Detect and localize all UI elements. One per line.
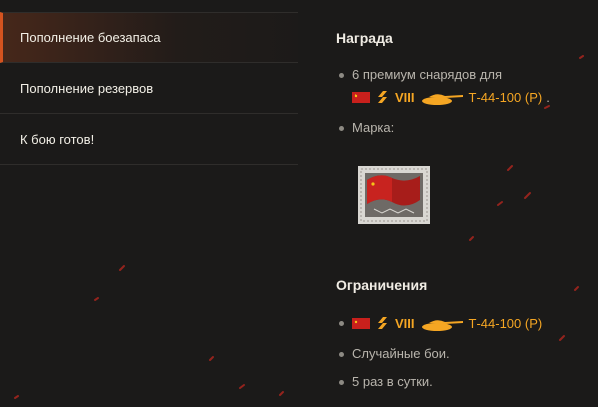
reward-heading: Награда: [336, 30, 393, 46]
restriction-battle-type: Случайные бои.: [352, 346, 450, 361]
sidebar-item-label: Пополнение боезапаса: [20, 30, 161, 45]
vehicle-name: Т-44-100 (Р): [468, 89, 543, 105]
sidebar-item-label: К бою готов!: [20, 131, 95, 147]
ussr-flag-icon: [352, 91, 370, 103]
stamp-icon[interactable]: [358, 166, 430, 224]
reward-ammo-text: 6 премиум снарядов для: [352, 67, 503, 82]
sidebar-item-label: Пополнение резервов: [20, 80, 154, 96]
bullet: [339, 321, 344, 326]
vehicle-tier: VIII: [395, 315, 415, 331]
vehicle-class-icon: [378, 91, 387, 103]
trailing-dot: .: [546, 89, 550, 105]
reward-stamp-label: Марка:: [352, 120, 395, 135]
vehicle-name: Т-44-100 (Р): [468, 315, 543, 331]
vehicle-tier: VIII: [395, 89, 415, 105]
restriction-daily-limit: 5 раз в сутки.: [352, 374, 433, 389]
reward-vehicle[interactable]: VIII Т-44-100 (Р) .: [352, 89, 550, 105]
restriction-vehicle[interactable]: VIII Т-44-100 (Р): [352, 315, 542, 331]
ussr-flag-icon: [352, 317, 370, 329]
sidebar-item-ready-for-battle[interactable]: К бою готов!: [0, 114, 298, 165]
vehicle-class-icon: [378, 317, 387, 329]
tank-icon: [421, 320, 463, 331]
sidebar-item-ammo-resupply[interactable]: Пополнение боезапаса: [0, 12, 298, 63]
tank-icon: [421, 94, 463, 105]
sidebar: Пополнение боезапаса Пополнение резервов…: [0, 12, 298, 165]
bullet: [339, 352, 344, 357]
restrictions-heading: Ограничения: [336, 277, 428, 293]
bullet: [339, 380, 344, 385]
sidebar-item-reserves-resupply[interactable]: Пополнение резервов: [0, 63, 298, 114]
bullet: [339, 73, 344, 78]
bullet: [339, 126, 344, 131]
